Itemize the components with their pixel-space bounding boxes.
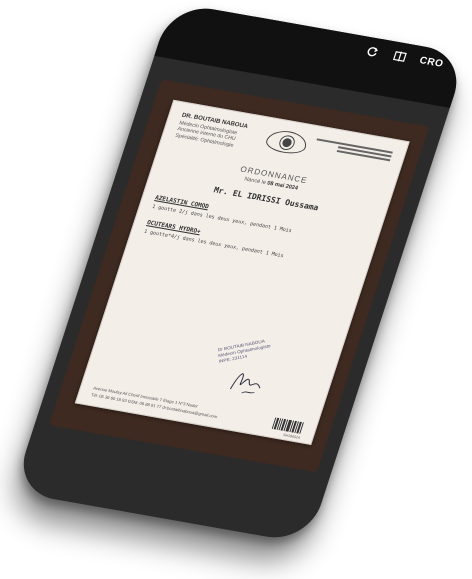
crop-button[interactable]: CRO (418, 55, 445, 70)
eye-logo-icon (263, 128, 310, 157)
prescription-document: DR. BOUTAIB NABOUA Médecin Ophtalmologis… (74, 99, 410, 445)
signature-mark (229, 373, 261, 394)
scan-preview: DR. BOUTAIB NABOUA Médecin Ophtalmologis… (48, 79, 430, 473)
doctor-info: DR. BOUTAIB NABOUA Médecin Ophtalmologis… (174, 113, 263, 153)
rotate-icon[interactable] (362, 43, 383, 61)
phone-device: CRO DR. BOUTAIB NABOUA Médecin Ophtalmol… (12, 2, 468, 544)
date-label: Nancé le (243, 176, 267, 186)
arabic-header-text (313, 136, 394, 165)
top-actions: CRO (362, 43, 446, 72)
phone-body: CRO DR. BOUTAIB NABOUA Médecin Ophtalmol… (12, 2, 468, 544)
compare-icon[interactable] (390, 47, 411, 65)
barcode-icon (271, 417, 304, 434)
document-footer: Avenue Moulay Ali Cherif Immeuble 7 Etag… (90, 385, 304, 440)
barcode-number: SH190014 (282, 433, 301, 440)
